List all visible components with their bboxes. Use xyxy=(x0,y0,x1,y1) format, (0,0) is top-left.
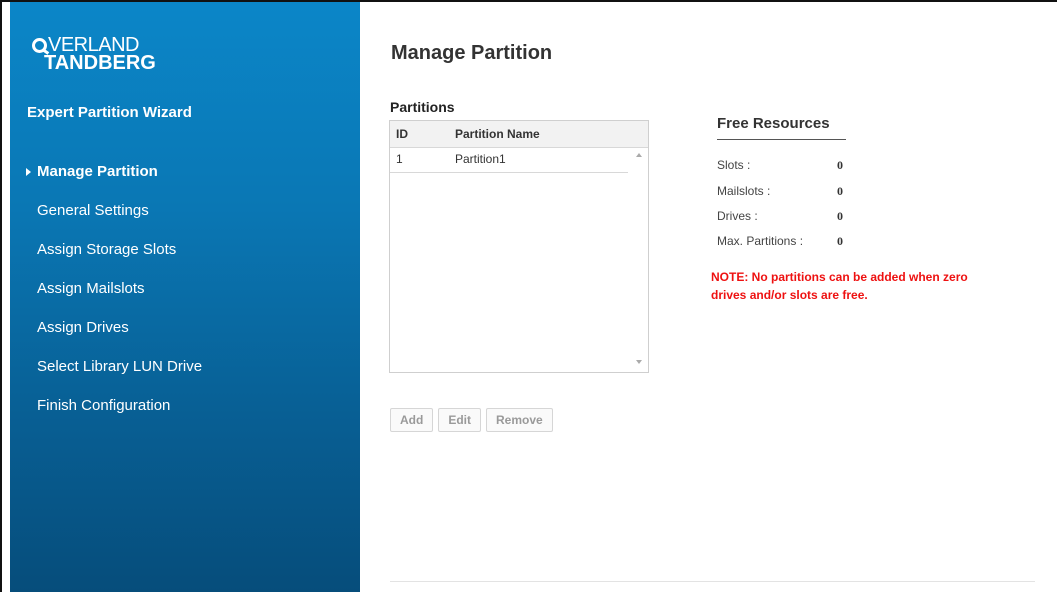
partition-actions: Add Edit Remove xyxy=(390,408,553,432)
column-header-partition-name[interactable]: Partition Name xyxy=(455,127,540,141)
add-button[interactable]: Add xyxy=(390,408,434,432)
sidebar: VERLAND TANDBERG Expert Partition Wizard… xyxy=(10,2,360,592)
partitions-table: ID Partition Name 1 Partition1 xyxy=(389,120,649,373)
drives-label: Drives : xyxy=(717,209,758,223)
nav-item-general-settings[interactable]: General Settings xyxy=(10,199,360,238)
overland-tandberg-logo: VERLAND TANDBERG xyxy=(32,35,156,73)
nav-item-label: Assign Drives xyxy=(37,319,129,336)
slots-label: Slots : xyxy=(717,158,751,172)
cell-partition-name: Partition1 xyxy=(455,152,506,166)
nav-item-label: Manage Partition xyxy=(37,163,158,180)
nav-item-assign-storage-slots[interactable]: Assign Storage Slots xyxy=(10,238,360,277)
logo-o-icon xyxy=(32,37,47,53)
nav-item-select-library-lun-drive[interactable]: Select Library LUN Drive xyxy=(10,355,360,394)
cell-id: 1 xyxy=(396,152,403,166)
column-header-id[interactable]: ID xyxy=(396,127,408,141)
nav-item-manage-partition[interactable]: Manage Partition xyxy=(10,160,360,199)
nav-item-label: Select Library LUN Drive xyxy=(37,358,203,375)
footer-divider xyxy=(390,581,1035,582)
caret-right-icon xyxy=(26,168,31,176)
wizard-nav: Manage Partition General Settings Assign… xyxy=(10,160,360,433)
nav-item-label: Assign Storage Slots xyxy=(37,241,177,258)
max-partitions-label: Max. Partitions : xyxy=(717,234,804,248)
scroll-down-arrow-icon[interactable] xyxy=(636,360,642,364)
mailslots-label: Mailslots : xyxy=(717,184,771,198)
nav-item-assign-mailslots[interactable]: Assign Mailslots xyxy=(10,277,360,316)
table-row[interactable]: 1 Partition1 xyxy=(390,148,628,173)
nav-item-finish-configuration[interactable]: Finish Configuration xyxy=(10,394,360,433)
nav-item-label: Finish Configuration xyxy=(37,397,171,414)
scroll-up-arrow-icon[interactable] xyxy=(636,153,642,157)
page-title: Manage Partition xyxy=(391,42,553,64)
remove-button[interactable]: Remove xyxy=(486,408,553,432)
drives-value: 0 xyxy=(837,209,843,223)
warning-note: NOTE: No partitions can be added when ze… xyxy=(711,270,968,302)
nav-item-assign-drives[interactable]: Assign Drives xyxy=(10,316,360,355)
nav-item-label: Assign Mailslots xyxy=(37,280,145,297)
partitions-heading: Partitions xyxy=(390,99,455,115)
window-border xyxy=(0,0,2,592)
edit-button[interactable]: Edit xyxy=(438,408,481,432)
nav-item-label: General Settings xyxy=(37,202,149,219)
app-window: VERLAND TANDBERG Expert Partition Wizard… xyxy=(0,0,1057,592)
slots-value: 0 xyxy=(837,158,843,172)
wizard-title: Expert Partition Wizard xyxy=(27,104,192,121)
divider xyxy=(717,139,846,140)
free-resources-title: Free Resources xyxy=(717,115,830,132)
logo-text-bottom: TANDBERG xyxy=(44,52,156,74)
max-partitions-value: 0 xyxy=(837,234,843,248)
table-header: ID Partition Name xyxy=(390,121,648,148)
mailslots-value: 0 xyxy=(837,184,843,198)
